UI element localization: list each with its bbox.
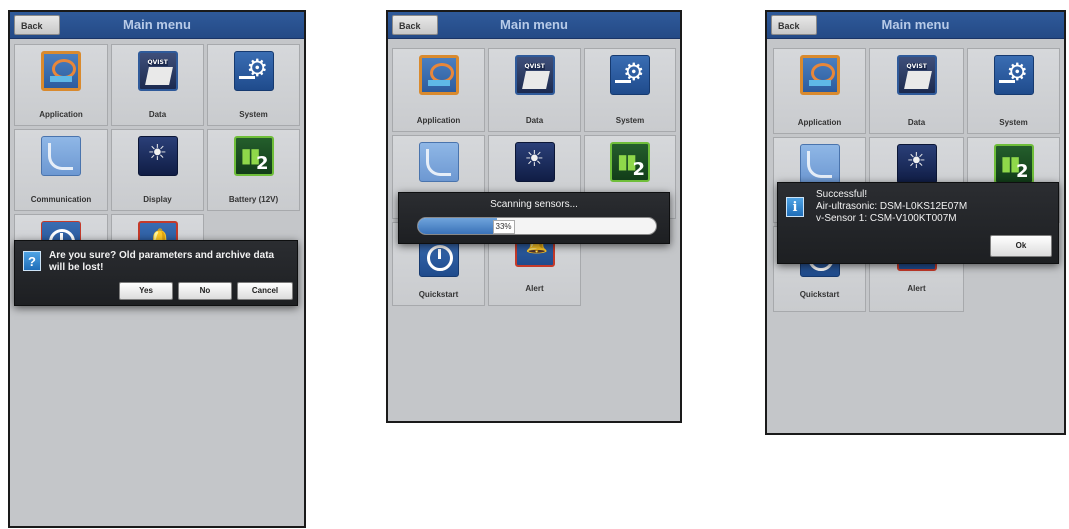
success-dialog: i Successful! Air-ultrasonic: DSM-L0KS12… <box>777 182 1059 264</box>
progress-bar: 33% <box>417 217 657 235</box>
tile-label: Application <box>39 110 83 119</box>
yes-button[interactable]: Yes <box>119 282 173 300</box>
no-button[interactable]: No <box>178 282 232 300</box>
progress-message: Scanning sensors... <box>490 199 578 210</box>
tile-display[interactable]: Display <box>111 129 204 211</box>
info-icon: i <box>786 197 804 217</box>
tile-application[interactable]: Application <box>14 44 108 126</box>
tile-application[interactable]: Application <box>392 48 485 132</box>
display-icon <box>896 144 937 184</box>
progress-value: 33% <box>492 220 515 234</box>
tile-label: Battery (12V) <box>228 195 279 204</box>
tile-label: Alert <box>907 284 926 293</box>
screen-3: Main menu Back Application Data System Q… <box>765 10 1066 435</box>
title-bar: Main menu Back <box>767 12 1064 39</box>
sensor-line-1: Air-ultrasonic: DSM-L0KS12E07M <box>816 201 968 212</box>
tile-label: Communication <box>30 195 92 204</box>
tile-label: Application <box>416 116 461 125</box>
battery-icon <box>993 144 1034 184</box>
tile-data[interactable]: Data <box>111 44 204 126</box>
system-icon <box>233 51 274 91</box>
tile-data[interactable]: Data <box>869 48 964 134</box>
tile-label: Display <box>143 195 172 204</box>
screen-1: Main menu Back Application Data System C… <box>8 10 306 528</box>
tile-label: Data <box>907 118 926 127</box>
progress-dialog: Scanning sensors... 33% <box>398 192 670 244</box>
tile-label: Application <box>797 118 842 127</box>
tile-application[interactable]: Application <box>773 48 866 134</box>
data-icon <box>137 51 178 91</box>
system-icon <box>610 55 650 95</box>
tile-system[interactable]: System <box>584 48 676 132</box>
tile-label: Alert <box>525 284 544 293</box>
tile-system[interactable]: System <box>207 44 300 126</box>
tile-label: Quickstart <box>418 290 459 299</box>
communication-icon <box>799 144 840 184</box>
tile-label: System <box>999 118 1028 127</box>
success-title: Successful! <box>816 189 868 200</box>
progress-fill <box>418 218 497 234</box>
back-button[interactable]: Back <box>14 15 60 35</box>
question-icon: ? <box>23 251 41 271</box>
dialog-message: Are you sure? Old parameters and archive… <box>49 250 275 273</box>
tile-battery[interactable]: Battery (12V) <box>207 129 300 211</box>
tile-label: System <box>615 116 645 125</box>
battery-icon <box>233 136 274 176</box>
data-icon <box>896 55 937 95</box>
communication-icon <box>41 136 81 176</box>
back-button[interactable]: Back <box>771 15 817 35</box>
application-icon <box>418 55 459 95</box>
screen-2: Main menu Back Application Data System Q… <box>386 10 682 423</box>
communication-icon <box>418 142 459 182</box>
system-icon <box>993 55 1034 95</box>
back-button[interactable]: Back <box>392 15 438 35</box>
tile-label: System <box>239 110 268 119</box>
battery-icon <box>610 142 650 182</box>
tile-label: Quickstart <box>799 290 840 299</box>
title-bar: Main menu Back <box>388 12 680 39</box>
sensor-line-2: v-Sensor 1: CSM-V100KT007M <box>816 213 957 224</box>
ok-button[interactable]: Ok <box>990 235 1052 257</box>
display-icon <box>514 142 555 182</box>
menu-grid: Application Data System Quickstart Alert <box>392 48 676 308</box>
tile-label: Data <box>525 116 544 125</box>
data-icon <box>514 55 555 95</box>
tile-data[interactable]: Data <box>488 48 581 132</box>
title-bar: Main menu Back <box>10 12 304 39</box>
application-icon <box>41 51 81 91</box>
application-icon <box>799 55 840 95</box>
cancel-button[interactable]: Cancel <box>237 282 293 300</box>
tile-communication[interactable]: Communication <box>14 129 108 211</box>
tile-label: Data <box>148 110 167 119</box>
display-icon <box>137 136 178 176</box>
confirm-dialog: ? Are you sure? Old parameters and archi… <box>14 240 298 306</box>
tile-system[interactable]: System <box>967 48 1060 134</box>
